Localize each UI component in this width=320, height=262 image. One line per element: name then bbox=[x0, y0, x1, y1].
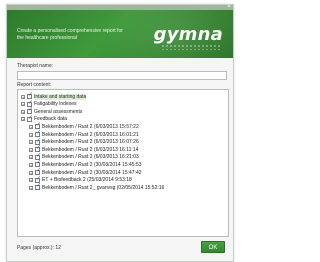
tree-item-label: Bekkenbodem / Rust 2 (30/03/2014 15:45:5… bbox=[42, 161, 142, 168]
checkmark-icon: ✓ bbox=[36, 137, 42, 144]
checkmark-icon: ✓ bbox=[28, 107, 34, 114]
expand-toggle-icon[interactable]: + bbox=[21, 109, 25, 114]
tree-item[interactable]: + ✓ Bekkenbodem / Rust 2 (6/03/2013 16:21:… bbox=[29, 152, 139, 161]
tree-item[interactable]: + ✓ Bekkenbodem / Rust 2 (6/03/2013 16:11:… bbox=[29, 145, 139, 153]
tree-item-label: Bekkenbodem / Rust 2 (6/03/2013 15:57:22 bbox=[42, 123, 139, 130]
expand-toggle-icon[interactable]: + bbox=[21, 117, 25, 122]
expand-toggle-icon[interactable]: + bbox=[21, 94, 25, 99]
tree-item-checkbox[interactable]: ✓ bbox=[35, 122, 42, 130]
tree-item-label: ET + Biofeedback 2 (25/03/2014 9:53:18 bbox=[42, 177, 132, 184]
tree-item-label: Bekkenbodem / Rust 2 (30/03/2014 15:47:4… bbox=[42, 169, 142, 176]
therapist-name-field[interactable] bbox=[17, 71, 227, 80]
expand-toggle-icon[interactable]: + bbox=[29, 170, 33, 175]
checkmark-icon: ✓ bbox=[36, 122, 42, 129]
tree-item[interactable]: + ✓ Bekkenbodem / Rust 2 (6/03/2013 16:01:… bbox=[29, 130, 139, 138]
checkmark-icon: ✓ bbox=[36, 130, 42, 136]
tree-item-label: Bekkenbodem / Rust 2 (6/03/2013 16:21:03 bbox=[42, 154, 139, 161]
tree-item-label: Bekkenbodem / Rust 2 (6/03/2013 16:11:14 bbox=[42, 146, 139, 153]
tree-item[interactable]: + ✓ ET + Biofeedback 2 (25/03/2014 9:53:18 bbox=[29, 175, 132, 184]
expand-toggle-icon[interactable]: + bbox=[29, 124, 33, 129]
dialog-header: Create a personalised comprehensive repo… bbox=[7, 10, 233, 58]
expand-toggle-icon[interactable]: + bbox=[29, 162, 33, 167]
checkmark-icon: ✓ bbox=[36, 145, 42, 152]
gymna-logo: gymna bbox=[153, 24, 223, 45]
tree-item-label: General assessments bbox=[34, 108, 83, 115]
checkmark-icon: ✓ bbox=[36, 175, 42, 182]
tree-item-checkbox[interactable]: ✓ bbox=[27, 114, 34, 122]
tree-item-label: Bekkenbodem / Rust 2 (6/03/2013 16:07:26 bbox=[42, 139, 139, 146]
expand-toggle-icon[interactable]: + bbox=[29, 147, 33, 152]
tree-item[interactable]: + ✓ Bekkenbodem / Rust 2 (6/03/2013 15:57:… bbox=[29, 122, 139, 130]
logo-dots-decoration bbox=[161, 44, 221, 50]
expand-toggle-icon[interactable]: + bbox=[29, 178, 33, 183]
checkmark-icon: ✓ bbox=[28, 114, 34, 121]
expand-toggle-icon[interactable]: + bbox=[29, 140, 33, 145]
tree-item-label: Intake and starting data bbox=[34, 93, 87, 100]
tree-item-label: Bekkenbodem / Rust 2 (6/03/2013 16:01:21 bbox=[42, 131, 139, 138]
checkmark-icon: ✓ bbox=[36, 160, 42, 167]
pages-estimate-label: Pages (approx.): 12 bbox=[17, 245, 61, 251]
expand-toggle-icon[interactable]: + bbox=[21, 102, 25, 107]
tree-item-checkbox[interactable]: ✓ bbox=[35, 175, 42, 183]
tree-item-checkbox[interactable]: ✓ bbox=[35, 168, 42, 175]
tree-item[interactable]: + ✓ Bekkenbodem / Rust 2 (6/03/2013 16:07:… bbox=[29, 137, 139, 146]
tree-item-label: Bekkenbodem / Rust 2_ gvanvsg (02/05/201… bbox=[42, 184, 165, 191]
tree-item[interactable]: + ✓ Bekkenbodem / Rust 2 (30/03/2014 15:47… bbox=[29, 168, 142, 176]
checkmark-icon: ✓ bbox=[36, 152, 42, 159]
tree-item-checkbox[interactable]: ✓ bbox=[35, 160, 42, 168]
expand-toggle-icon[interactable]: + bbox=[29, 155, 33, 160]
tree-item-checkbox[interactable]: ✓ bbox=[27, 107, 34, 115]
tree-item-checkbox[interactable]: ✓ bbox=[35, 145, 42, 153]
therapist-name-label: Therapist name: bbox=[17, 63, 54, 69]
tree-item-label: Fatigability indexes bbox=[34, 101, 77, 108]
tree-item[interactable]: + ✓ Bekkenbodem / Rust 2 (30/03/2014 15:45… bbox=[29, 160, 142, 168]
tree-item-checkbox[interactable]: ✓ bbox=[35, 137, 42, 145]
expand-toggle-icon[interactable]: + bbox=[29, 185, 33, 190]
checkmark-icon: ✓ bbox=[36, 183, 42, 190]
tree-item[interactable]: + ✓ Bekkenbodem / Rust 2_ gvanvsg (02/05/2… bbox=[29, 183, 165, 191]
checkmark-icon: ✓ bbox=[36, 168, 42, 174]
ok-button[interactable]: OK bbox=[201, 241, 225, 253]
report-dialog: × Create a personalised comprehensive re… bbox=[6, 4, 234, 262]
tree-item-checkbox[interactable]: ✓ bbox=[35, 130, 42, 137]
expand-toggle-icon[interactable]: + bbox=[29, 132, 33, 137]
header-description: Create a personalised comprehensive repo… bbox=[17, 28, 123, 41]
checkmark-icon: ✓ bbox=[28, 99, 34, 106]
tree-item-checkbox[interactable]: ✓ bbox=[27, 99, 34, 107]
tree-item-label: Feedback data bbox=[34, 116, 68, 123]
checkmark-icon: ✓ bbox=[28, 92, 34, 98]
tree-item-checkbox[interactable]: ✓ bbox=[27, 92, 34, 99]
tree-item-checkbox[interactable]: ✓ bbox=[35, 152, 42, 160]
report-content-tree[interactable]: + ✓ Intake and starting data + ✓ Fatigability… bbox=[17, 89, 229, 237]
report-content-label: Report content: bbox=[17, 82, 52, 88]
tree-item[interactable]: + ✓ Feedback data bbox=[21, 114, 68, 123]
tree-item-checkbox[interactable]: ✓ bbox=[35, 183, 42, 191]
